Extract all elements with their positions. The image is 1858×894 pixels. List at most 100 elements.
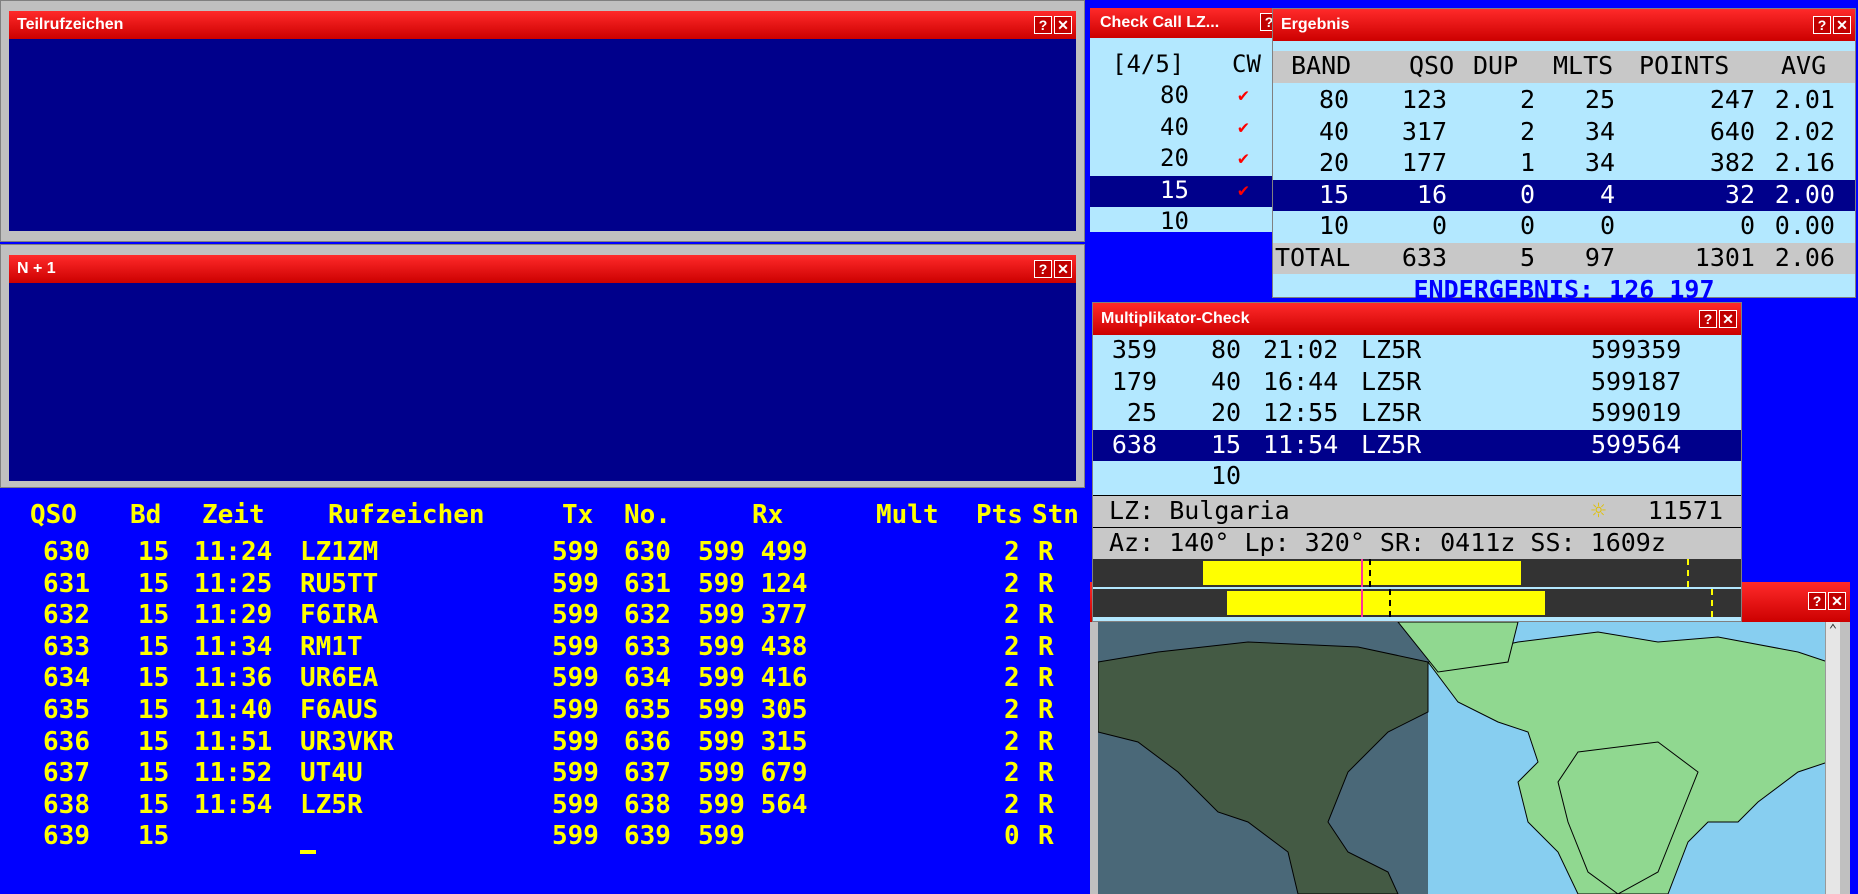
checkcall-row[interactable]: 80 ✔ bbox=[1090, 81, 1280, 112]
total-label: TOTAL bbox=[1275, 243, 1351, 272]
log-cell-stn: R bbox=[1038, 600, 1054, 631]
ergebnis-cell: 0 bbox=[1519, 211, 1535, 241]
ergebnis-row[interactable]: 10 0 0 0 0 0.00 bbox=[1273, 211, 1855, 242]
input-cursor[interactable] bbox=[300, 850, 316, 854]
ergebnis-row[interactable]: 80 123 2 25 247 2.01 bbox=[1273, 85, 1855, 116]
country-name: LZ: Bulgaria bbox=[1109, 496, 1290, 525]
log-cell-no: 631 bbox=[624, 568, 671, 599]
log-row[interactable]: 631 15 11:25 RU5TT 599 631 599 124 2 R bbox=[0, 569, 1088, 601]
multiplier-cell: LZ5R bbox=[1361, 335, 1422, 364]
teilruf-content bbox=[9, 39, 1076, 231]
multiplier-cell: 359 bbox=[1111, 335, 1157, 364]
help-icon[interactable]: ? bbox=[1813, 16, 1831, 34]
log-cell-pts: 2 bbox=[1004, 631, 1020, 662]
nplus1-titlebar[interactable]: N + 1 ? ✕ bbox=[9, 255, 1076, 283]
close-icon[interactable]: ✕ bbox=[1828, 592, 1846, 610]
ergebnis-cell: 25 bbox=[1584, 85, 1615, 114]
log-cell-call: UR3VKR bbox=[300, 726, 394, 757]
col-rx: Rx bbox=[752, 500, 784, 530]
log-header: QSO Bd Zeit Rufzeichen Tx No. Rx Mult Pt… bbox=[0, 500, 1088, 532]
checkcall-row[interactable]: 20 ✔ bbox=[1090, 144, 1280, 175]
log-cell-zeit: 11:40 bbox=[194, 695, 273, 725]
multiplier-cell: 12:55 bbox=[1263, 398, 1339, 428]
log-cell-call: RU5TT bbox=[300, 568, 379, 599]
scroll-up-icon[interactable]: ⌃ bbox=[1826, 622, 1840, 638]
checkcall-row[interactable]: 10 bbox=[1090, 207, 1280, 238]
col-pts: Pts bbox=[976, 500, 1023, 530]
hdr-avg: AVG bbox=[1781, 51, 1827, 80]
ergebnis-row[interactable]: 40 317 2 34 640 2.02 bbox=[1273, 117, 1855, 148]
ergebnis-row[interactable]: 15 16 0 4 32 2.00 bbox=[1273, 179, 1855, 211]
log-cell-no: 639 bbox=[624, 821, 671, 852]
help-icon[interactable]: ? bbox=[1699, 310, 1717, 328]
close-icon[interactable]: ✕ bbox=[1054, 260, 1072, 278]
log-cell-bd: 15 bbox=[138, 600, 170, 631]
multiplier-titlebar[interactable]: Multiplikator-Check ? ✕ bbox=[1093, 303, 1741, 335]
teilruf-titlebar[interactable]: Teilrufzeichen ? ✕ bbox=[9, 11, 1076, 39]
log-cell-zeit: 11:51 bbox=[194, 726, 273, 757]
log-row[interactable]: 638 15 11:54 LZ5R 599 638 599 564 2 R bbox=[0, 790, 1088, 822]
help-icon[interactable]: ? bbox=[1808, 592, 1826, 610]
log-cell-bd: 15 bbox=[138, 821, 170, 852]
close-icon[interactable]: ✕ bbox=[1833, 16, 1851, 34]
col-mult: Mult bbox=[876, 500, 939, 530]
log-row[interactable]: 634 15 11:36 UR6EA 599 634 599 416 2 R bbox=[0, 663, 1088, 695]
checkcall-row[interactable]: 40 ✔ bbox=[1090, 113, 1280, 144]
log-cell-qso: 633 bbox=[43, 631, 90, 662]
ergebnis-cell: 0 bbox=[1599, 211, 1615, 241]
help-icon[interactable]: ? bbox=[1034, 16, 1052, 34]
ergebnis-total: TOTAL 633 5 97 1301 2.06 bbox=[1273, 243, 1855, 274]
multiplier-row[interactable]: 638 15 11:54 LZ5R 599564 bbox=[1093, 429, 1741, 461]
log-row[interactable]: 639 15 599 639 599 0 R bbox=[0, 821, 1088, 853]
multiplier-row[interactable]: 359 80 21:02 LZ5R 599359 bbox=[1093, 335, 1741, 366]
multiplier-cell: 15 bbox=[1211, 429, 1242, 459]
log-cell-rx: 599 315 bbox=[698, 726, 808, 757]
log-cell-qso: 638 bbox=[43, 789, 90, 820]
close-icon[interactable]: ✕ bbox=[1719, 310, 1737, 328]
log-row[interactable]: 637 15 11:52 UT4U 599 637 599 679 2 R bbox=[0, 758, 1088, 790]
multiplier-title: Multiplikator-Check bbox=[1101, 310, 1250, 327]
log-cell-stn: R bbox=[1038, 695, 1054, 725]
log-row[interactable]: 630 15 11:24 LZ1ZM 599 630 599 499 2 R bbox=[0, 537, 1088, 569]
log-row[interactable]: 633 15 11:34 RM1T 599 633 599 438 2 R bbox=[0, 632, 1088, 664]
ergebnis-band: 15 bbox=[1319, 179, 1350, 209]
close-icon[interactable]: ✕ bbox=[1054, 16, 1072, 34]
ergebnis-titlebar[interactable]: Ergebnis ? ✕ bbox=[1273, 9, 1855, 41]
log-cell-bd: 15 bbox=[138, 631, 170, 662]
log-cell-stn: R bbox=[1038, 568, 1054, 599]
log-cell-bd: 15 bbox=[138, 537, 170, 567]
multiplier-window: Multiplikator-Check ? ✕ 359 80 21:02 LZ5R 59… bbox=[1092, 302, 1742, 622]
log-cell-no: 636 bbox=[624, 726, 671, 757]
multiplier-row[interactable]: 25 20 12:55 LZ5R 599019 bbox=[1093, 398, 1741, 429]
checkcall-band: 20 bbox=[1160, 144, 1189, 173]
ergebnis-cell: 34 bbox=[1584, 148, 1615, 178]
log-row[interactable]: 635 15 11:40 F6AUS 599 635 599 305 2 R bbox=[0, 695, 1088, 727]
col-call: Rufzeichen bbox=[328, 500, 485, 530]
checkcall-row[interactable]: 15 ✔ bbox=[1090, 175, 1280, 207]
multiplier-cell: 21:02 bbox=[1263, 335, 1339, 364]
log-cell-rx: 599 564 bbox=[698, 789, 808, 820]
log-cell-zeit: 11:29 bbox=[194, 600, 273, 631]
multiplier-row[interactable]: 179 40 16:44 LZ5R 599187 bbox=[1093, 367, 1741, 398]
log-cell-tx: 599 bbox=[552, 568, 599, 599]
log-cell-qso: 631 bbox=[43, 568, 90, 599]
log-cell-call: UT4U bbox=[300, 758, 363, 789]
map-scrollbar[interactable]: ⌃ bbox=[1825, 622, 1840, 894]
help-icon[interactable]: ? bbox=[1034, 260, 1052, 278]
checkcall-window: Check Call LZ... ? [4/5] CW 80 ✔ 40 ✔ 20 ✔ 15 ✔… bbox=[1090, 8, 1280, 235]
checkcall-titlebar[interactable]: Check Call LZ... ? bbox=[1090, 8, 1280, 38]
log-cell-rx: 599 bbox=[698, 821, 745, 852]
multiplier-row[interactable]: 10 bbox=[1093, 461, 1741, 492]
checkcall-band: 10 bbox=[1160, 207, 1189, 236]
log-row[interactable]: 632 15 11:29 F6IRA 599 632 599 377 2 R bbox=[0, 600, 1088, 632]
log-cell-bd: 15 bbox=[138, 789, 170, 820]
sun-icon: ☼ bbox=[1591, 496, 1607, 525]
col-bd: Bd bbox=[130, 500, 162, 530]
log-cell-rx: 599 679 bbox=[698, 758, 808, 789]
ergebnis-row[interactable]: 20 177 1 34 382 2.16 bbox=[1273, 148, 1855, 179]
multiplier-cell: 80 bbox=[1211, 335, 1242, 364]
log-row[interactable]: 636 15 11:51 UR3VKR 599 636 599 315 2 R bbox=[0, 727, 1088, 759]
log-cell-no: 630 bbox=[624, 537, 671, 567]
multiplier-cell: 20 bbox=[1211, 398, 1242, 428]
log-cell-qso: 637 bbox=[43, 758, 90, 789]
